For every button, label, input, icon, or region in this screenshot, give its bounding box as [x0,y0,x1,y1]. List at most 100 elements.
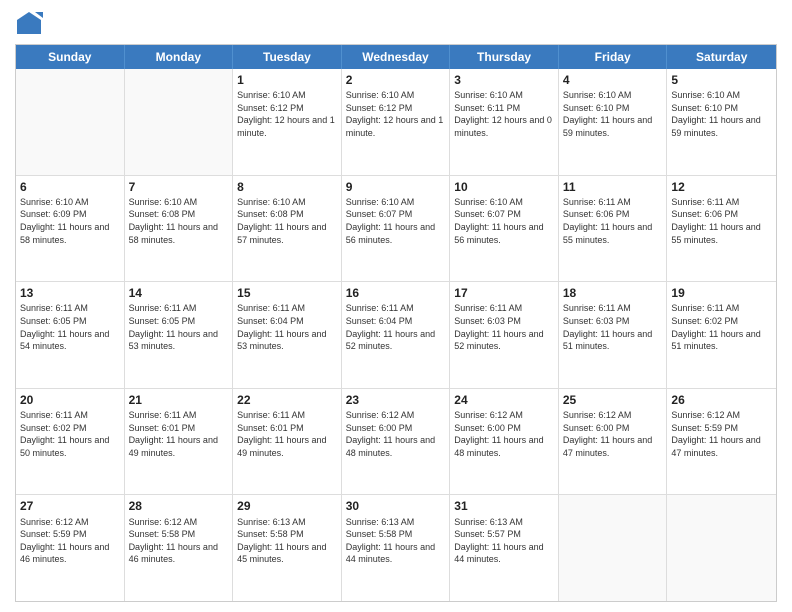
calendar-header: SundayMondayTuesdayWednesdayThursdayFrid… [16,45,776,69]
day-header: Sunday [16,45,125,69]
calendar-cell [559,495,668,601]
day-number: 18 [563,285,663,301]
calendar-cell: 4Sunrise: 6:10 AMSunset: 6:10 PMDaylight… [559,69,668,175]
cell-info: Sunrise: 6:11 AMSunset: 6:06 PMDaylight:… [563,196,663,246]
day-number: 15 [237,285,337,301]
calendar: SundayMondayTuesdayWednesdayThursdayFrid… [15,44,777,602]
calendar-cell: 19Sunrise: 6:11 AMSunset: 6:02 PMDayligh… [667,282,776,388]
day-header: Monday [125,45,234,69]
logo-icon [15,10,43,38]
calendar-cell: 6Sunrise: 6:10 AMSunset: 6:09 PMDaylight… [16,176,125,282]
logo [15,10,47,38]
calendar-cell: 13Sunrise: 6:11 AMSunset: 6:05 PMDayligh… [16,282,125,388]
header [15,10,777,38]
day-number: 13 [20,285,120,301]
day-number: 25 [563,392,663,408]
calendar-cell [667,495,776,601]
cell-info: Sunrise: 6:12 AMSunset: 5:58 PMDaylight:… [129,516,229,566]
day-number: 1 [237,72,337,88]
calendar-cell: 18Sunrise: 6:11 AMSunset: 6:03 PMDayligh… [559,282,668,388]
calendar-cell: 2Sunrise: 6:10 AMSunset: 6:12 PMDaylight… [342,69,451,175]
day-number: 31 [454,498,554,514]
calendar-body: 1Sunrise: 6:10 AMSunset: 6:12 PMDaylight… [16,69,776,601]
calendar-cell: 17Sunrise: 6:11 AMSunset: 6:03 PMDayligh… [450,282,559,388]
calendar-cell: 5Sunrise: 6:10 AMSunset: 6:10 PMDaylight… [667,69,776,175]
calendar-cell: 22Sunrise: 6:11 AMSunset: 6:01 PMDayligh… [233,389,342,495]
calendar-cell: 10Sunrise: 6:10 AMSunset: 6:07 PMDayligh… [450,176,559,282]
cell-info: Sunrise: 6:11 AMSunset: 6:05 PMDaylight:… [20,302,120,352]
cell-info: Sunrise: 6:10 AMSunset: 6:11 PMDaylight:… [454,89,554,139]
calendar-cell: 12Sunrise: 6:11 AMSunset: 6:06 PMDayligh… [667,176,776,282]
day-number: 3 [454,72,554,88]
cell-info: Sunrise: 6:11 AMSunset: 6:03 PMDaylight:… [563,302,663,352]
cell-info: Sunrise: 6:11 AMSunset: 6:02 PMDaylight:… [671,302,772,352]
calendar-cell: 25Sunrise: 6:12 AMSunset: 6:00 PMDayligh… [559,389,668,495]
day-number: 27 [20,498,120,514]
cell-info: Sunrise: 6:10 AMSunset: 6:08 PMDaylight:… [129,196,229,246]
cell-info: Sunrise: 6:13 AMSunset: 5:58 PMDaylight:… [346,516,446,566]
day-number: 30 [346,498,446,514]
day-number: 17 [454,285,554,301]
day-number: 22 [237,392,337,408]
day-number: 12 [671,179,772,195]
calendar-cell: 27 Sunrise: 6:12 AMSunset: 5:59 PMDayligh… [16,495,125,601]
cell-info: Sunrise: 6:10 AMSunset: 6:12 PMDaylight:… [346,89,446,139]
calendar-cell: 11Sunrise: 6:11 AMSunset: 6:06 PMDayligh… [559,176,668,282]
day-number: 7 [129,179,229,195]
day-number: 28 [129,498,229,514]
day-number: 24 [454,392,554,408]
day-number: 10 [454,179,554,195]
calendar-cell: 15Sunrise: 6:11 AMSunset: 6:04 PMDayligh… [233,282,342,388]
calendar-cell: 28 Sunrise: 6:12 AMSunset: 5:58 PMDayligh… [125,495,234,601]
cell-info: Sunrise: 6:11 AMSunset: 6:03 PMDaylight:… [454,302,554,352]
calendar-cell: 23Sunrise: 6:12 AMSunset: 6:00 PMDayligh… [342,389,451,495]
calendar-cell: 16Sunrise: 6:11 AMSunset: 6:04 PMDayligh… [342,282,451,388]
cell-info: Sunrise: 6:12 AMSunset: 6:00 PMDaylight:… [563,409,663,459]
cell-info: Sunrise: 6:11 AMSunset: 6:04 PMDaylight:… [346,302,446,352]
calendar-cell: 9Sunrise: 6:10 AMSunset: 6:07 PMDaylight… [342,176,451,282]
calendar-cell: 21Sunrise: 6:11 AMSunset: 6:01 PMDayligh… [125,389,234,495]
cell-info: Sunrise: 6:11 AMSunset: 6:06 PMDaylight:… [671,196,772,246]
calendar-cell [16,69,125,175]
calendar-cell: 14Sunrise: 6:11 AMSunset: 6:05 PMDayligh… [125,282,234,388]
cell-info: Sunrise: 6:12 AMSunset: 5:59 PMDaylight:… [671,409,772,459]
calendar-cell: 20Sunrise: 6:11 AMSunset: 6:02 PMDayligh… [16,389,125,495]
day-number: 11 [563,179,663,195]
calendar-row: 27 Sunrise: 6:12 AMSunset: 5:59 PMDayligh… [16,495,776,601]
cell-info: Sunrise: 6:10 AMSunset: 6:12 PMDaylight:… [237,89,337,139]
day-number: 14 [129,285,229,301]
calendar-cell [125,69,234,175]
calendar-cell: 30 Sunrise: 6:13 AMSunset: 5:58 PMDayligh… [342,495,451,601]
calendar-row: 1Sunrise: 6:10 AMSunset: 6:12 PMDaylight… [16,69,776,176]
day-number: 26 [671,392,772,408]
day-number: 4 [563,72,663,88]
day-number: 2 [346,72,446,88]
day-number: 5 [671,72,772,88]
day-number: 8 [237,179,337,195]
day-header: Tuesday [233,45,342,69]
day-number: 29 [237,498,337,514]
cell-info: Sunrise: 6:10 AMSunset: 6:10 PMDaylight:… [671,89,772,139]
calendar-cell: 8Sunrise: 6:10 AMSunset: 6:08 PMDaylight… [233,176,342,282]
cell-info: Sunrise: 6:10 AMSunset: 6:07 PMDaylight:… [346,196,446,246]
day-header: Friday [559,45,668,69]
day-number: 16 [346,285,446,301]
day-number: 19 [671,285,772,301]
cell-info: Sunrise: 6:12 AMSunset: 5:59 PMDaylight:… [20,516,120,566]
cell-info: Sunrise: 6:11 AMSunset: 6:01 PMDaylight:… [237,409,337,459]
day-number: 20 [20,392,120,408]
calendar-cell: 29Sunrise: 6:13 AMSunset: 5:58 PMDayligh… [233,495,342,601]
day-header: Wednesday [342,45,451,69]
calendar-cell: 31 Sunrise: 6:13 AMSunset: 5:57 PMDayligh… [450,495,559,601]
cell-info: Sunrise: 6:11 AMSunset: 6:05 PMDaylight:… [129,302,229,352]
page: SundayMondayTuesdayWednesdayThursdayFrid… [0,0,792,612]
cell-info: Sunrise: 6:10 AMSunset: 6:08 PMDaylight:… [237,196,337,246]
cell-info: Sunrise: 6:11 AMSunset: 6:02 PMDaylight:… [20,409,120,459]
cell-info: Sunrise: 6:13 AMSunset: 5:57 PMDaylight:… [454,516,554,566]
cell-info: Sunrise: 6:10 AMSunset: 6:10 PMDaylight:… [563,89,663,139]
calendar-row: 13Sunrise: 6:11 AMSunset: 6:05 PMDayligh… [16,282,776,389]
cell-info: Sunrise: 6:10 AMSunset: 6:09 PMDaylight:… [20,196,120,246]
calendar-cell: 1Sunrise: 6:10 AMSunset: 6:12 PMDaylight… [233,69,342,175]
calendar-cell: 3Sunrise: 6:10 AMSunset: 6:11 PMDaylight… [450,69,559,175]
day-number: 21 [129,392,229,408]
